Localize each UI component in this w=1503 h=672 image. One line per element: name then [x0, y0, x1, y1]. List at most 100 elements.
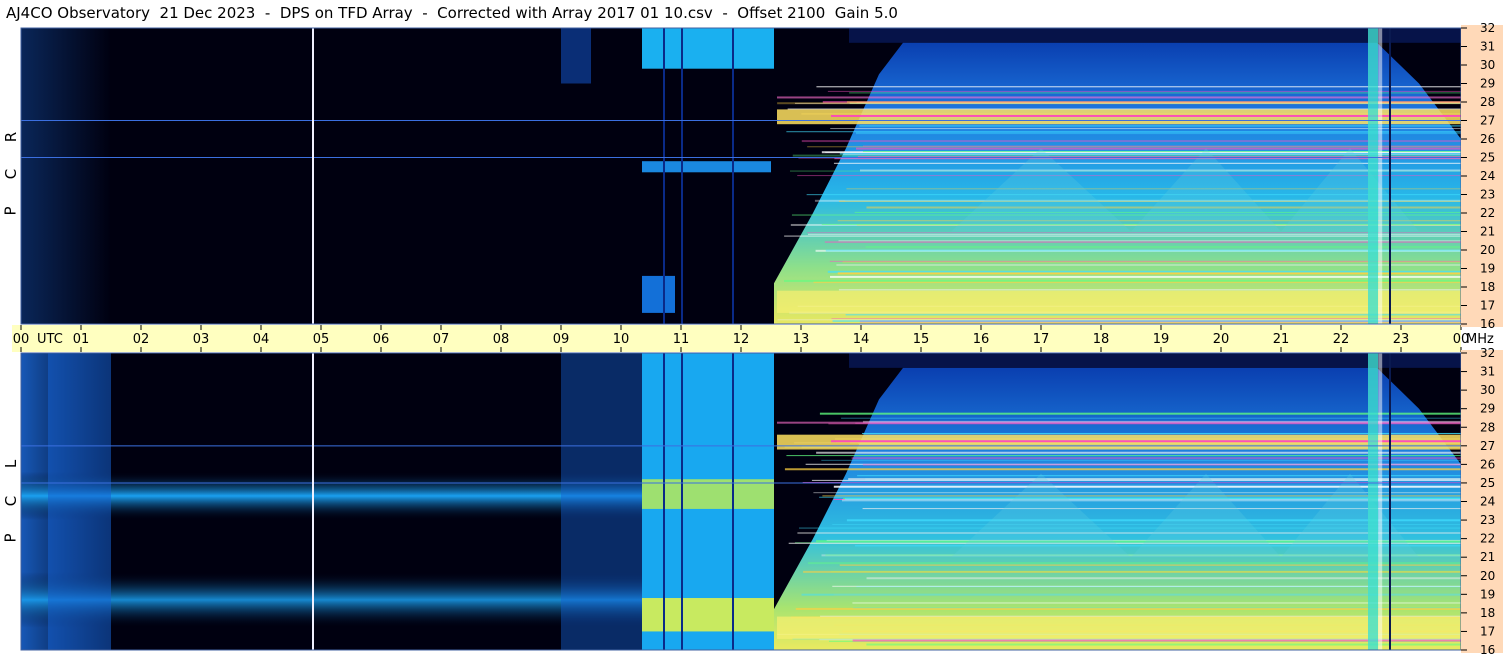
rcp-freq-label-31: 31 — [1480, 40, 1495, 54]
rcp-streak-48 — [784, 279, 1461, 282]
utc-tick-label-22: 22 — [1333, 332, 1350, 347]
lcp-freq-label-20: 20 — [1480, 569, 1495, 583]
lcp-freq-label-23: 23 — [1480, 513, 1495, 527]
lcp-dark-line-1 — [681, 353, 683, 650]
rcp-streak-23 — [787, 108, 1461, 110]
rcp-dark-line-1 — [681, 28, 683, 324]
rcp-band-27mhz-pink — [831, 114, 1461, 117]
rcp-streak-38 — [825, 249, 1461, 252]
rcp-freq-label-29: 29 — [1480, 77, 1495, 91]
rcp-streak-61 — [830, 275, 1461, 278]
lcp-freq-label-29: 29 — [1480, 402, 1495, 416]
rcp-freq-label-32: 32 — [1480, 21, 1495, 35]
lcp-streak-61 — [833, 485, 1461, 488]
lcp-pre-block-column — [561, 353, 642, 650]
utc-tick-label-8: 08 — [493, 332, 510, 347]
rcp-streak-63 — [777, 102, 1461, 105]
rcp-freq-label-25: 25 — [1480, 151, 1495, 165]
utc-tick-label-18: 18 — [1093, 332, 1110, 347]
lcp-dark-line-2 — [732, 353, 734, 650]
lcp-freq-label-16: 16 — [1480, 643, 1495, 657]
lcp-freq-label-31: 31 — [1480, 365, 1495, 379]
lcp-streak-60 — [784, 468, 1461, 471]
lcp-freq-label-21: 21 — [1480, 550, 1495, 564]
rcp-freq-label-19: 19 — [1480, 262, 1495, 276]
utc-tick-label-2: 02 — [133, 332, 150, 347]
rcp-cyan-strip-edge — [1378, 28, 1383, 324]
rcp-streak-28 — [838, 289, 1461, 291]
utc-tick-label-0: 00 — [13, 332, 30, 347]
lcp-spectrogram-panel — [20, 352, 1462, 651]
lcp-band-27mhz-pink — [831, 440, 1461, 443]
rcp-band-17mhz — [777, 290, 1461, 313]
rcp-freq-label-20: 20 — [1480, 243, 1495, 257]
utc-tick-label-20: 20 — [1213, 332, 1230, 347]
rcp-freq-label-30: 30 — [1480, 58, 1495, 72]
rcp-freq-label-21: 21 — [1480, 225, 1495, 239]
lcp-freq-label-30: 30 — [1480, 383, 1495, 397]
lcp-freq-label-17: 17 — [1480, 624, 1495, 638]
rcp-band-28mhz — [777, 96, 1461, 99]
lcp-cyan-block-band — [642, 479, 774, 509]
rcp-streak-56 — [784, 235, 1461, 237]
lcp-streak-55 — [801, 593, 1461, 596]
lcp-freq-label-18: 18 — [1480, 606, 1495, 620]
rcp-freq-label-26: 26 — [1480, 132, 1495, 146]
rcp-spectrogram-panel — [20, 27, 1462, 325]
rcp-streak-10 — [807, 233, 1461, 235]
rcp-streak-6 — [807, 232, 1461, 234]
rcp-streak-39 — [836, 264, 1461, 266]
rcp-streak-20 — [801, 140, 1461, 143]
utc-tick-label-4: 04 — [253, 332, 270, 347]
rcp-streak-12 — [824, 241, 1461, 243]
utc-tick-label-10: 10 — [613, 332, 630, 347]
rcp-cyan-block-top — [642, 28, 774, 69]
rcp-left-glow — [21, 28, 111, 324]
utc-tick-label-15: 15 — [913, 332, 930, 347]
lcp-band-17mhz — [777, 616, 1461, 639]
utc-tick-label-13: 13 — [793, 332, 810, 347]
rcp-dark-line-0 — [663, 28, 665, 324]
rcp-freq-label-16: 16 — [1480, 317, 1495, 331]
lcp-streak-31 — [795, 607, 1461, 610]
rcp-freq-label-18: 18 — [1480, 280, 1495, 294]
rcp-streak-43 — [831, 318, 1461, 320]
lcp-freq-label-26: 26 — [1480, 457, 1495, 471]
lcp-streak-37 — [821, 459, 1461, 461]
rcp-freq-label-23: 23 — [1480, 188, 1495, 202]
utc-tick-label-21: 21 — [1273, 332, 1290, 347]
rcp-freq-label-24: 24 — [1480, 169, 1495, 183]
rcp-streak-25 — [827, 90, 1461, 92]
rcp-vline-0 — [312, 28, 314, 324]
utc-tick-label-11: 11 — [673, 332, 690, 347]
rcp-cyan-block-mid — [642, 161, 771, 173]
lcp-streak-50 — [803, 570, 1461, 573]
rcp-streak-54 — [833, 162, 1461, 164]
utc-tick-label-19: 19 — [1153, 332, 1170, 347]
lcp-streak-14 — [808, 562, 1461, 565]
rcp-dark-line-2 — [732, 28, 734, 324]
utc-tick-label-5: 05 — [313, 332, 330, 347]
utc-tick-label-7: 07 — [433, 332, 450, 347]
utc-axis-strip: 00 01 02 03 04 05 06 07 08 09 10 11 12 13 14 15 16 17 18 19… — [12, 325, 1494, 352]
lcp-vline-0 — [312, 353, 314, 650]
lcp-streak-58 — [819, 412, 1461, 415]
utc-tick-label-9: 09 — [553, 332, 570, 347]
lcp-cyan-block-lowband — [642, 598, 774, 632]
rcp-streak-44 — [837, 272, 1461, 275]
lcp-freq-label-25: 25 — [1480, 476, 1495, 490]
utc-tick-label-12: 12 — [733, 332, 750, 347]
lcp-streak-29 — [832, 585, 1461, 587]
lcp-freq-label-28: 28 — [1480, 420, 1495, 434]
rcp-streak-62 — [838, 240, 1461, 242]
rcp-freq-label-17: 17 — [1480, 299, 1495, 313]
rcp-freq-label-27: 27 — [1480, 114, 1495, 128]
rcp-freq-label-22: 22 — [1480, 206, 1495, 220]
lcp-freq-label-32: 32 — [1480, 346, 1495, 360]
lcp-dark-line-0 — [663, 353, 665, 650]
lcp-early-column — [48, 353, 111, 650]
utc-tick-label-6: 06 — [373, 332, 390, 347]
utc-tick-label-14: 14 — [853, 332, 870, 347]
lcp-streak-63 — [839, 564, 1461, 566]
lcp-freq-label-27: 27 — [1480, 439, 1495, 453]
